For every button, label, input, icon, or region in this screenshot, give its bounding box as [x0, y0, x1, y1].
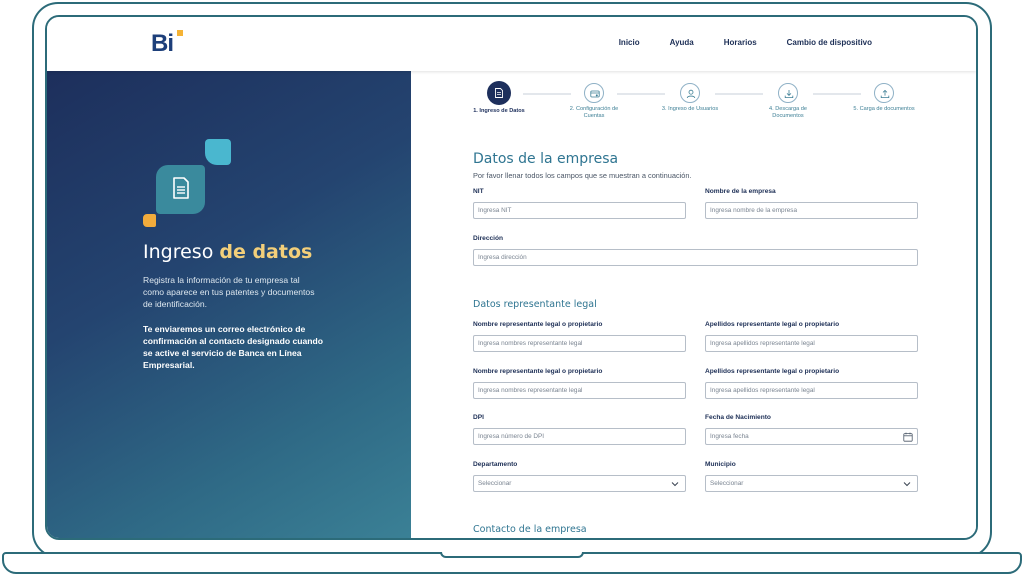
field-label: Nombre representante legal o propietario	[473, 321, 603, 328]
top-header: Bi Inicio Ayuda Horarios Cambio de dispo…	[47, 17, 976, 71]
field-rep-names-1: Nombre representante legal o propietario…	[473, 321, 686, 352]
document-icon	[495, 88, 503, 98]
birth-date-placeholder: Ingresa fecha	[710, 433, 749, 440]
nav-horarios[interactable]: Horarios	[724, 38, 757, 47]
logo-accent-square	[177, 30, 183, 36]
rep-names-input[interactable]: Ingresa nombres representante legal	[473, 335, 686, 352]
bi-logo[interactable]: Bi	[151, 30, 187, 57]
step-label: 3. Ingreso de Usuarios	[661, 106, 719, 112]
section-title-empresa: Datos de la empresa	[473, 151, 619, 167]
nav-cambio-dispositivo[interactable]: Cambio de dispositivo	[787, 38, 872, 47]
company-name-input[interactable]: Ingresa nombre de la empresa	[705, 202, 918, 219]
step-label: 4. Descarga de Documentos	[769, 106, 807, 119]
municipality-selected: Seleccionar	[710, 480, 744, 487]
step-descarga-documentos[interactable]: 4. Descarga de Documentos	[753, 83, 823, 120]
download-icon	[784, 90, 794, 98]
field-label: Nombre de la empresa	[705, 188, 776, 195]
section-title-representante: Datos representante legal	[473, 299, 597, 310]
birth-date-input[interactable]: Ingresa fecha	[705, 428, 918, 445]
laptop-notch	[440, 552, 584, 558]
field-company-name: Nombre de la empresa Ingresa nombre de l…	[705, 188, 918, 219]
hero-square-small	[143, 214, 156, 227]
step-ingreso-usuarios[interactable]: 3. Ingreso de Usuarios	[655, 83, 725, 113]
hero-square-main	[156, 165, 205, 214]
step-carga-documentos[interactable]: 5. Carga de documentos	[849, 83, 919, 113]
address-input[interactable]: Ingresa dirección	[473, 249, 918, 266]
field-label: Fecha de Nacimiento	[705, 414, 771, 421]
field-nit: NIT Ingresa NIT	[473, 188, 686, 219]
step-label: 1. Ingreso de Datos	[473, 108, 525, 114]
hero-illustration	[143, 139, 243, 239]
rep-surnames-input[interactable]: Ingresa apellidos representante legal	[705, 335, 918, 352]
hero-square-top	[205, 139, 231, 165]
department-selected: Seleccionar	[478, 480, 512, 487]
hero-title-highlight: de datos	[219, 241, 313, 263]
nav-ayuda[interactable]: Ayuda	[670, 38, 694, 47]
step-circle	[584, 83, 604, 103]
hero-panel: Ingreso de datos Registra la información…	[47, 71, 411, 538]
municipality-select[interactable]: Seleccionar	[705, 475, 918, 492]
logo-text: Bi	[151, 30, 174, 57]
field-label: NIT	[473, 188, 484, 195]
rep-names-input[interactable]: Ingresa nombres representante legal	[473, 382, 686, 399]
department-select[interactable]: Seleccionar	[473, 475, 686, 492]
form-content: 1. Ingreso de Datos 2. Configuración de …	[411, 71, 976, 538]
form-intro: Por favor llenar todos los campos que se…	[473, 171, 692, 180]
hero-title: Ingreso de datos	[143, 241, 312, 263]
hero-note: Te enviaremos un correo electrónico de c…	[143, 324, 324, 370]
field-department: Departamento Seleccionar	[473, 461, 686, 492]
field-label: Apellidos representante legal o propieta…	[705, 368, 840, 375]
field-label: Departamento	[473, 461, 518, 468]
calendar-icon[interactable]	[903, 432, 913, 442]
step-circle	[487, 81, 511, 105]
hero-title-plain: Ingreso	[143, 241, 220, 263]
field-label: Apellidos representante legal o propieta…	[705, 321, 840, 328]
step-circle	[778, 83, 798, 103]
chevron-down-icon	[903, 482, 911, 487]
field-label: Municipio	[705, 461, 736, 468]
field-municipality: Municipio Seleccionar	[705, 461, 918, 492]
step-configuracion-cuentas[interactable]: 2. Configuración de Cuentas	[559, 83, 629, 120]
field-dpi: DPI Ingresa número de DPI	[473, 414, 686, 445]
field-label: Nombre representante legal o propietario	[473, 368, 603, 375]
step-label: 5. Carga de documentos	[853, 106, 915, 112]
rep-surnames-input[interactable]: Ingresa apellidos representante legal	[705, 382, 918, 399]
user-icon	[686, 89, 696, 99]
laptop-screen: Bi Inicio Ayuda Horarios Cambio de dispo…	[45, 15, 978, 540]
step-ingreso-datos[interactable]: 1. Ingreso de Datos	[464, 81, 534, 115]
hero-description: Registra la información de tu empresa ta…	[143, 275, 315, 309]
upload-icon	[880, 89, 890, 98]
section-title-contacto: Contacto de la empresa	[473, 524, 587, 535]
step-circle	[680, 83, 700, 103]
step-circle	[874, 83, 894, 103]
dpi-input[interactable]: Ingresa número de DPI	[473, 428, 686, 445]
nav-inicio[interactable]: Inicio	[619, 38, 640, 47]
progress-stepper: 1. Ingreso de Datos 2. Configuración de …	[471, 81, 921, 123]
step-label: 2. Configuración de Cuentas	[569, 106, 619, 119]
chevron-down-icon	[671, 482, 679, 487]
field-rep-names-2: Nombre representante legal o propietario…	[473, 368, 686, 399]
field-label: DPI	[473, 414, 484, 421]
field-label: Dirección	[473, 235, 504, 242]
card-settings-icon	[590, 90, 600, 98]
field-rep-surnames-2: Apellidos representante legal o propieta…	[705, 368, 918, 399]
field-address: Dirección Ingresa dirección	[473, 235, 918, 266]
document-icon	[173, 177, 189, 199]
field-birth-date: Fecha de Nacimiento Ingresa fecha	[705, 414, 918, 445]
nit-input[interactable]: Ingresa NIT	[473, 202, 686, 219]
field-rep-surnames-1: Apellidos representante legal o propieta…	[705, 321, 918, 352]
top-nav: Inicio Ayuda Horarios Cambio de disposit…	[589, 38, 872, 47]
